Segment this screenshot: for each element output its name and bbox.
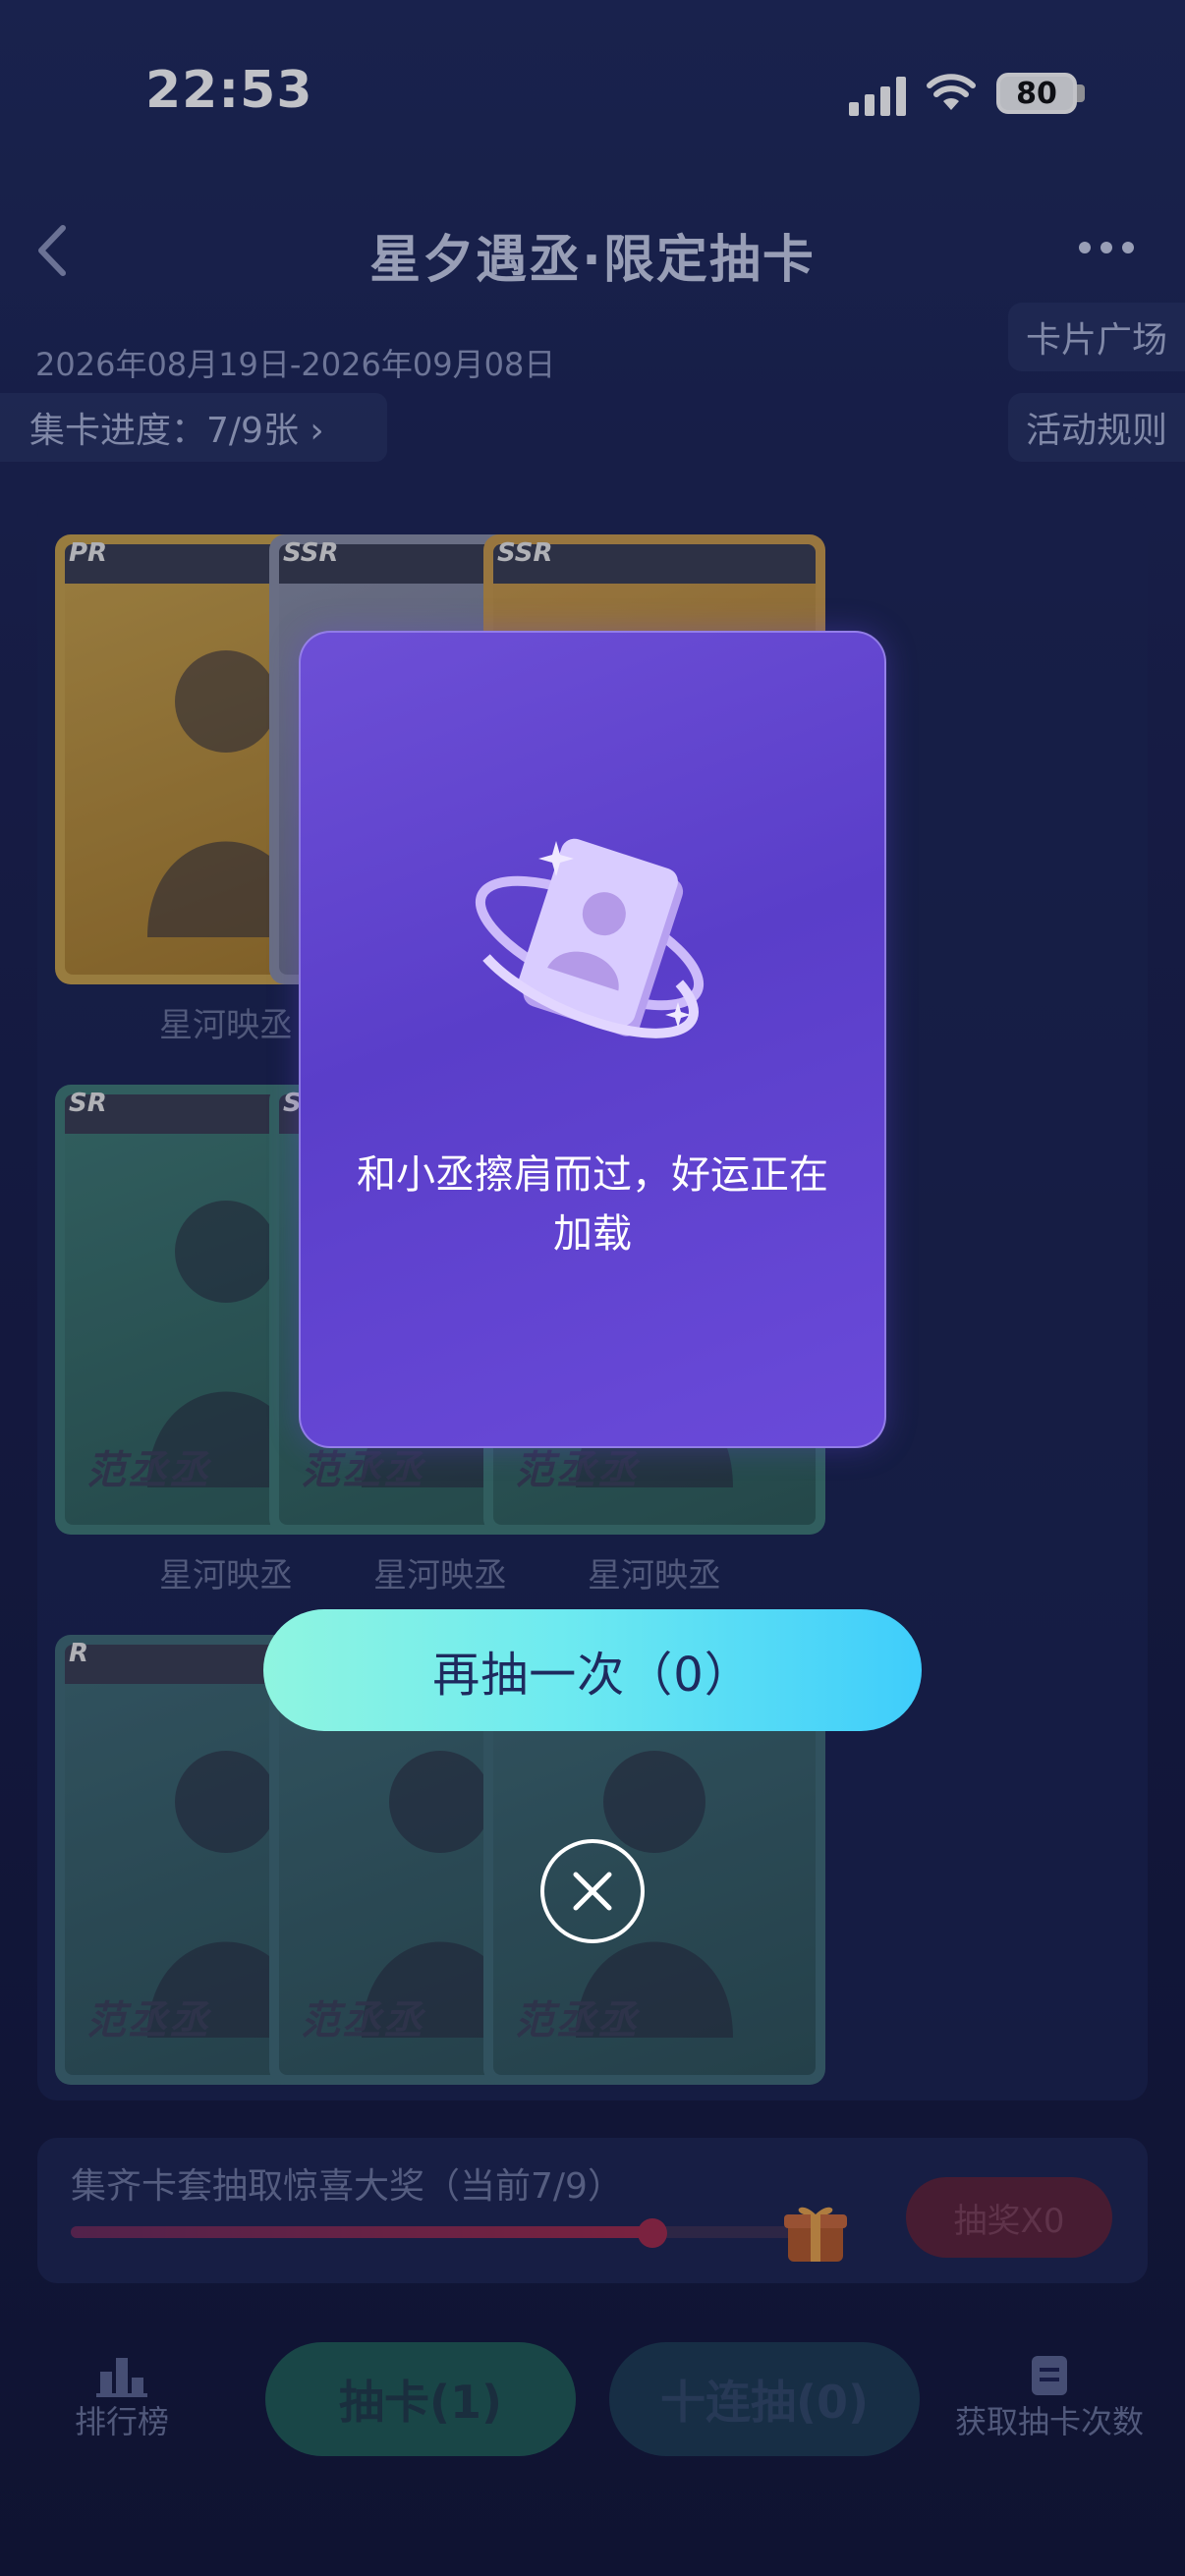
modal-message: 和小丞擦肩而过，好运正在加载 (357, 1152, 828, 1257)
card-orbit-icon (475, 838, 705, 1038)
close-modal-button[interactable] (540, 1839, 645, 1943)
draw-again-button[interactable]: 再抽一次（0） (263, 1609, 922, 1731)
close-icon (573, 1872, 612, 1911)
